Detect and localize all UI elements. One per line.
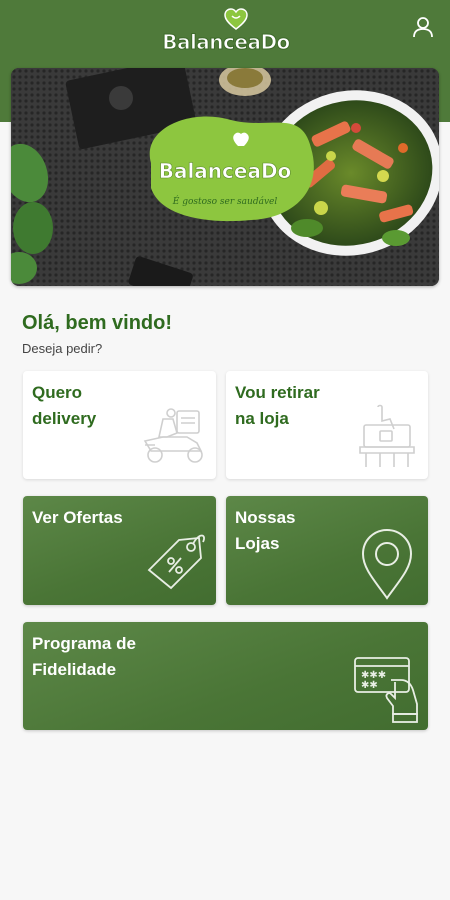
offers-option-label: Ver Ofertas <box>32 508 123 527</box>
user-profile-button[interactable] <box>408 12 438 42</box>
user-icon <box>413 17 433 38</box>
banner-artwork: BalanceaDo É gostoso ser saudável <box>11 68 439 286</box>
loyalty-card-icon: ✱✱✱ ✱✱ <box>354 657 418 723</box>
offers-option-card[interactable]: Ver Ofertas <box>23 496 216 605</box>
price-tag-icon <box>147 534 205 590</box>
store-pickup-icon <box>359 404 415 467</box>
store-pickup-option-card[interactable]: Vou retirar na loja <box>226 371 428 479</box>
delivery-scooter-icon <box>143 408 203 463</box>
greeting-subtitle: Deseja pedir? <box>22 341 103 356</box>
heart-logo-icon <box>224 8 248 30</box>
promo-banner[interactable]: BalanceaDo É gostoso ser saudável <box>11 68 439 286</box>
delivery-option-card[interactable]: Quero delivery <box>23 371 216 479</box>
map-pin-icon <box>361 528 413 600</box>
stores-option-card[interactable]: Nossas Lojas <box>226 496 428 605</box>
banner-tagline: É gostoso ser saudável <box>172 195 278 207</box>
stores-option-label: Nossas Lojas <box>235 508 296 553</box>
store-pickup-option-label: Vou retirar na loja <box>235 383 320 428</box>
svg-text:✱✱: ✱✱ <box>361 680 378 691</box>
banner-logo-text: BalanceaDo <box>159 159 292 183</box>
app-logo-text: BalanceaDo <box>162 30 291 55</box>
loyalty-program-label: Programa de Fidelidade <box>32 634 136 679</box>
greeting-title: Olá, bem vindo! <box>22 312 173 334</box>
app-logo: BalanceaDo <box>160 8 292 55</box>
loyalty-program-card[interactable]: Programa de Fidelidade ✱✱✱ ✱✱ <box>23 622 428 730</box>
delivery-option-label: Quero delivery <box>32 383 97 428</box>
